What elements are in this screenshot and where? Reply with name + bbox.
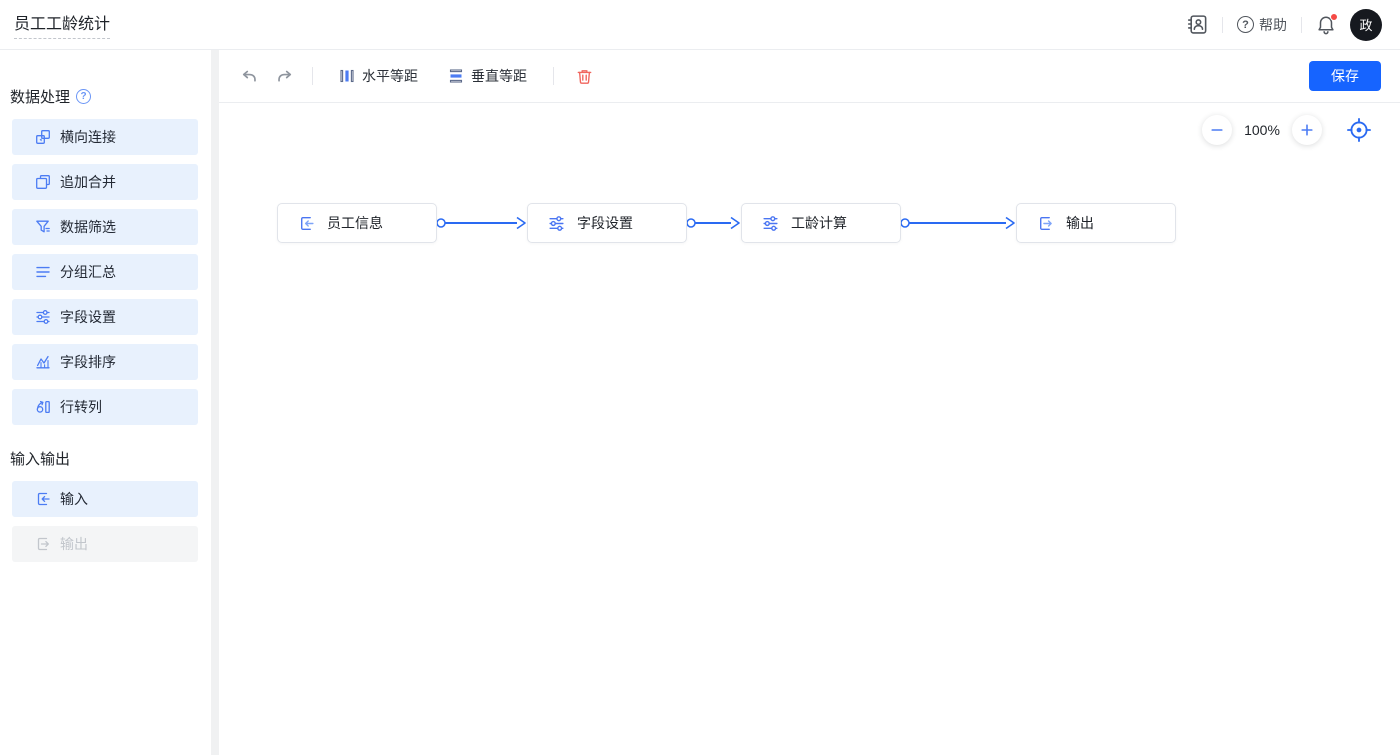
horizontal-spacing-icon bbox=[340, 69, 354, 83]
avatar[interactable]: 政 bbox=[1350, 8, 1382, 41]
flow-node-label: 员工信息 bbox=[327, 215, 383, 231]
sidebar-item-label: 输入 bbox=[60, 491, 88, 507]
flow-node-field-settings[interactable]: 字段设置 bbox=[527, 203, 687, 243]
main-layout: 数据处理 ? 横向连接 追加合并 数据筛选 分组汇总 字段设置 字段排序 行转列… bbox=[0, 50, 1400, 755]
sidebar: 数据处理 ? 横向连接 追加合并 数据筛选 分组汇总 字段设置 字段排序 行转列… bbox=[0, 50, 211, 755]
sidebar-item-group-summary[interactable]: 分组汇总 bbox=[12, 254, 198, 290]
flow-node-label: 工龄计算 bbox=[791, 215, 847, 231]
contacts-book-icon[interactable] bbox=[1187, 14, 1208, 35]
save-button[interactable]: 保存 bbox=[1309, 61, 1381, 91]
flow-node-output[interactable]: 输出 bbox=[1016, 203, 1176, 243]
sidebar-item-field-sort[interactable]: 字段排序 bbox=[12, 344, 198, 380]
sidebar-item-label: 输出 bbox=[60, 536, 88, 552]
divider bbox=[553, 67, 554, 85]
sidebar-item-row-to-column[interactable]: 行转列 bbox=[12, 389, 198, 425]
app-header: 员工工龄统计 ? 帮助 政 bbox=[0, 0, 1400, 50]
zoom-level: 100% bbox=[1244, 122, 1280, 138]
help-label: 帮助 bbox=[1259, 16, 1287, 33]
flow-canvas: 水平等距 垂直等距 保存 100% 员工信息 字段设置 工龄计算 输出 bbox=[219, 50, 1400, 755]
sidebar-item-label: 行转列 bbox=[60, 399, 102, 415]
sidebar-item-output: 输出 bbox=[12, 526, 198, 562]
notification-badge bbox=[1330, 12, 1338, 21]
sidebar-item-append-merge[interactable]: 追加合并 bbox=[12, 164, 198, 200]
help-icon: ? bbox=[1237, 16, 1254, 33]
sidebar-scrollbar-gutter[interactable] bbox=[211, 50, 219, 755]
sidebar-item-label: 追加合并 bbox=[60, 174, 116, 190]
connection-line[interactable] bbox=[900, 216, 1015, 230]
filter-icon bbox=[35, 219, 51, 235]
field-settings-icon bbox=[35, 309, 51, 325]
zoom-in-button[interactable] bbox=[1292, 115, 1322, 145]
zoom-out-button[interactable] bbox=[1202, 115, 1232, 145]
divider bbox=[312, 67, 313, 85]
row-to-column-icon bbox=[35, 399, 51, 415]
input-icon bbox=[298, 215, 315, 232]
flow-node-label: 输出 bbox=[1066, 215, 1094, 231]
header-actions: ? 帮助 政 bbox=[1187, 8, 1382, 41]
divider bbox=[1222, 16, 1223, 33]
page-title[interactable]: 员工工龄统计 bbox=[14, 10, 111, 39]
flow-node-label: 字段设置 bbox=[577, 215, 633, 231]
flow-area[interactable]: 员工信息 字段设置 工龄计算 输出 bbox=[219, 103, 1400, 755]
sidebar-item-field-settings[interactable]: 字段设置 bbox=[12, 299, 198, 335]
sidebar-item-label: 字段设置 bbox=[60, 309, 116, 325]
help-button[interactable]: ? 帮助 bbox=[1237, 15, 1287, 35]
field-settings-icon bbox=[548, 215, 565, 232]
sidebar-item-label: 数据筛选 bbox=[60, 219, 116, 235]
undo-button[interactable] bbox=[240, 67, 258, 85]
connection-line[interactable] bbox=[686, 216, 740, 230]
horizontal-spacing-button[interactable]: 水平等距 bbox=[339, 66, 418, 86]
connection-line[interactable] bbox=[436, 216, 526, 230]
section-title: 数据处理 bbox=[10, 89, 71, 106]
sidebar-item-input[interactable]: 输入 bbox=[12, 481, 198, 517]
sidebar-section-data-processing: 数据处理 ? bbox=[10, 86, 211, 107]
sidebar-section-input-output: 输入输出 bbox=[10, 448, 211, 469]
sidebar-item-label: 横向连接 bbox=[60, 129, 116, 145]
redo-button[interactable] bbox=[276, 67, 294, 85]
horizontal-join-icon bbox=[35, 129, 51, 145]
vertical-spacing-button[interactable]: 垂直等距 bbox=[448, 66, 527, 86]
append-merge-icon bbox=[35, 174, 51, 190]
locate-center-icon[interactable] bbox=[1346, 117, 1372, 143]
field-sort-icon bbox=[35, 354, 51, 370]
output-icon bbox=[1037, 215, 1054, 232]
flow-node-employee-info[interactable]: 员工信息 bbox=[277, 203, 437, 243]
field-settings-icon bbox=[762, 215, 779, 232]
horizontal-spacing-label: 水平等距 bbox=[362, 68, 418, 84]
zoom-controls: 100% bbox=[1202, 115, 1372, 145]
flow-toolbar: 水平等距 垂直等距 保存 bbox=[219, 50, 1400, 103]
divider bbox=[1301, 16, 1302, 33]
sidebar-item-label: 分组汇总 bbox=[60, 264, 116, 280]
sidebar-item-label: 字段排序 bbox=[60, 354, 116, 370]
delete-node-button[interactable] bbox=[576, 68, 593, 85]
notification-bell-icon[interactable] bbox=[1316, 12, 1338, 35]
flow-node-seniority-calc[interactable]: 工龄计算 bbox=[741, 203, 901, 243]
output-icon bbox=[35, 536, 51, 552]
vertical-spacing-icon bbox=[449, 69, 463, 83]
section-title: 输入输出 bbox=[10, 451, 71, 468]
section-help-icon[interactable]: ? bbox=[76, 89, 92, 104]
group-summary-icon bbox=[35, 264, 51, 280]
flow-connections bbox=[436, 216, 1015, 230]
sidebar-item-horizontal-join[interactable]: 横向连接 bbox=[12, 119, 198, 155]
vertical-spacing-label: 垂直等距 bbox=[471, 68, 527, 84]
sidebar-item-data-filter[interactable]: 数据筛选 bbox=[12, 209, 198, 245]
input-icon bbox=[35, 491, 51, 507]
